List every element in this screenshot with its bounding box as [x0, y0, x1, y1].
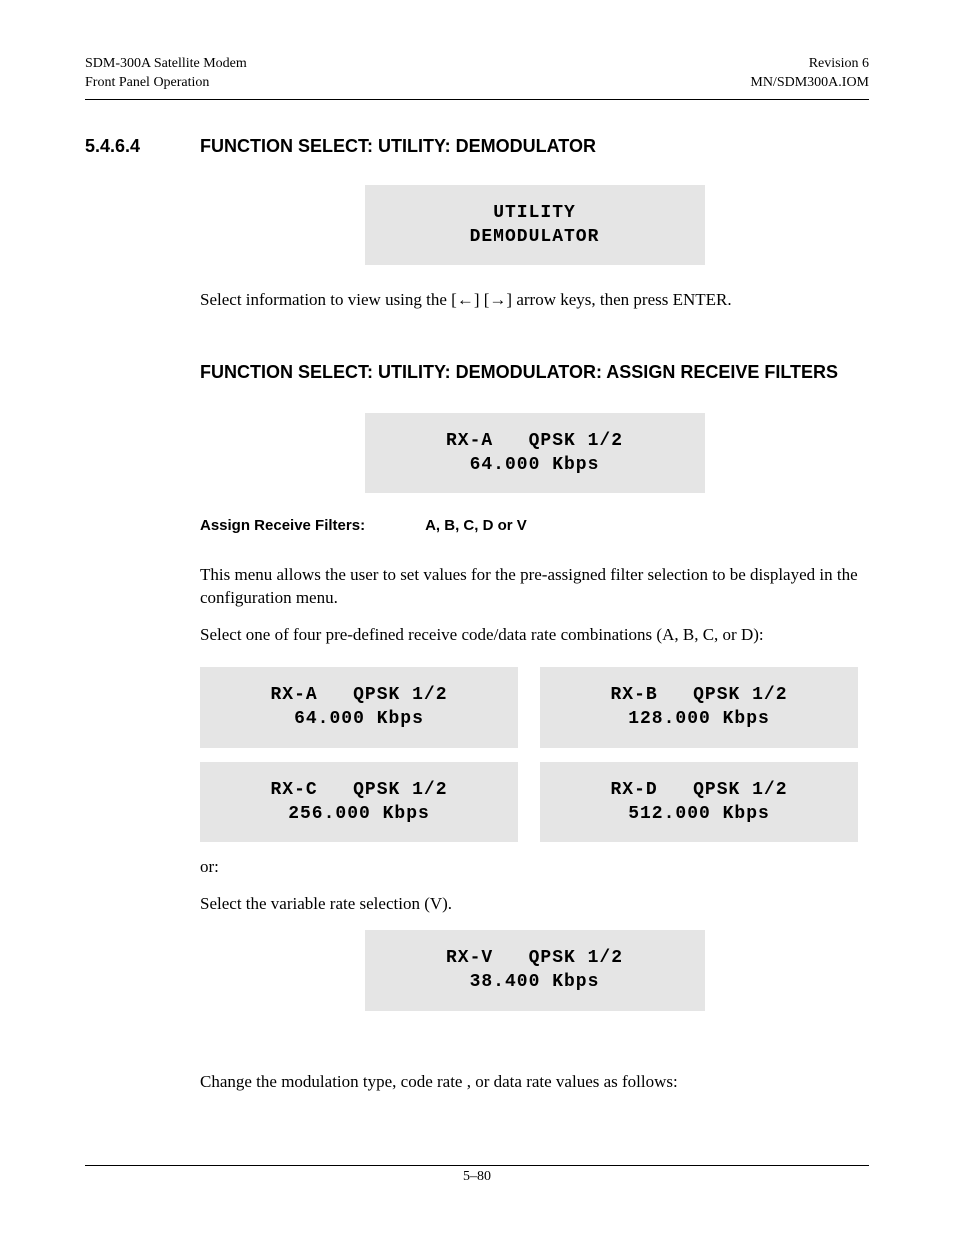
lcd-rx-d-line2: 512.000 Kbps: [550, 802, 848, 826]
lcd-rx-b-line2: 128.000 Kbps: [550, 707, 848, 731]
page-number: 5–80: [85, 1169, 869, 1185]
lcd-rxa-main-line2: 64.000 Kbps: [375, 453, 695, 477]
lcd-rx-c-line1: RX-C QPSK 1/2: [210, 778, 508, 802]
lcd-utility-wrap: UTILITY DEMODULATOR: [365, 185, 705, 266]
lcd-rx-v-line2: 38.400 Kbps: [375, 970, 695, 994]
content: 5.4.6.4 FUNCTION SELECT: UTILITY: DEMODU…: [85, 136, 869, 1094]
para1-c: ] arrow keys, then press ENTER.: [506, 290, 731, 309]
subsection-title: FUNCTION SELECT: UTILITY: DEMODULATOR: A…: [200, 360, 869, 384]
arrow-left-icon: ←: [457, 290, 474, 309]
assign-values: A, B, C, D or V: [425, 517, 527, 534]
page-footer: 5–80: [85, 1165, 869, 1185]
header-left-line1: SDM-300A Satellite Modem: [85, 56, 247, 71]
lcd-rx-a: RX-A QPSK 1/2 64.000 Kbps: [200, 667, 518, 748]
paragraph-variable-rate: Select the variable rate selection (V).: [200, 893, 869, 916]
lcd-rx-a-line1: RX-A QPSK 1/2: [210, 683, 508, 707]
header-right-line2: MN/SDM300A.IOM: [750, 75, 869, 90]
paragraph-menu-desc: This menu allows the user to set values …: [200, 564, 869, 610]
lcd-rx-v: RX-V QPSK 1/2 38.400 Kbps: [365, 930, 705, 1011]
assign-label: Assign Receive Filters:: [200, 517, 365, 534]
body-column: UTILITY DEMODULATOR Select information t…: [200, 185, 869, 1094]
lcd-rx-a-line2: 64.000 Kbps: [210, 707, 508, 731]
para1-a: Select information to view using the [: [200, 290, 457, 309]
header-left: SDM-300A Satellite Modem Front Panel Ope…: [85, 55, 247, 93]
section-title: FUNCTION SELECT: UTILITY: DEMODULATOR: [200, 136, 596, 157]
lcd-utility-line2: DEMODULATOR: [375, 225, 695, 249]
page-header: SDM-300A Satellite Modem Front Panel Ope…: [85, 55, 869, 93]
header-left-line2: Front Panel Operation: [85, 75, 209, 90]
lcd-rx-b: RX-B QPSK 1/2 128.000 Kbps: [540, 667, 858, 748]
lcd-rx-c-line2: 256.000 Kbps: [210, 802, 508, 826]
para1-b: ] [: [474, 290, 490, 309]
lcd-rxv-wrap: RX-V QPSK 1/2 38.400 Kbps: [365, 930, 705, 1011]
assign-receive-filters-line: Assign Receive Filters: A, B, C, D or V: [200, 517, 869, 534]
lcd-rx-v-line1: RX-V QPSK 1/2: [375, 946, 695, 970]
lcd-rxa-main: RX-A QPSK 1/2 64.000 Kbps: [365, 413, 705, 494]
lcd-utility: UTILITY DEMODULATOR: [365, 185, 705, 266]
lcd-rx-d: RX-D QPSK 1/2 512.000 Kbps: [540, 762, 858, 843]
page: SDM-300A Satellite Modem Front Panel Ope…: [0, 0, 954, 1235]
section-heading-row: 5.4.6.4 FUNCTION SELECT: UTILITY: DEMODU…: [85, 136, 869, 157]
header-right-line1: Revision 6: [809, 56, 869, 71]
paragraph-arrow-instruction: Select information to view using the [←]…: [200, 289, 869, 312]
lcd-rx-d-line1: RX-D QPSK 1/2: [550, 778, 848, 802]
paragraph-or: or:: [200, 856, 869, 879]
lcd-rx-c: RX-C QPSK 1/2 256.000 Kbps: [200, 762, 518, 843]
lcd-rxa-main-wrap: RX-A QPSK 1/2 64.000 Kbps: [365, 413, 705, 494]
paragraph-select-four: Select one of four pre-defined receive c…: [200, 624, 869, 647]
lcd-rxa-main-line1: RX-A QPSK 1/2: [375, 429, 695, 453]
lcd-rx-b-line1: RX-B QPSK 1/2: [550, 683, 848, 707]
section-number: 5.4.6.4: [85, 136, 200, 157]
header-rule: [85, 99, 869, 100]
arrow-right-icon: →: [489, 290, 506, 309]
paragraph-change-instruction: Change the modulation type, code rate , …: [200, 1071, 869, 1094]
lcd-utility-line1: UTILITY: [375, 201, 695, 225]
footer-rule: [85, 1165, 869, 1166]
lcd-grid: RX-A QPSK 1/2 64.000 Kbps RX-B QPSK 1/2 …: [200, 667, 869, 842]
header-right: Revision 6 MN/SDM300A.IOM: [750, 55, 869, 93]
